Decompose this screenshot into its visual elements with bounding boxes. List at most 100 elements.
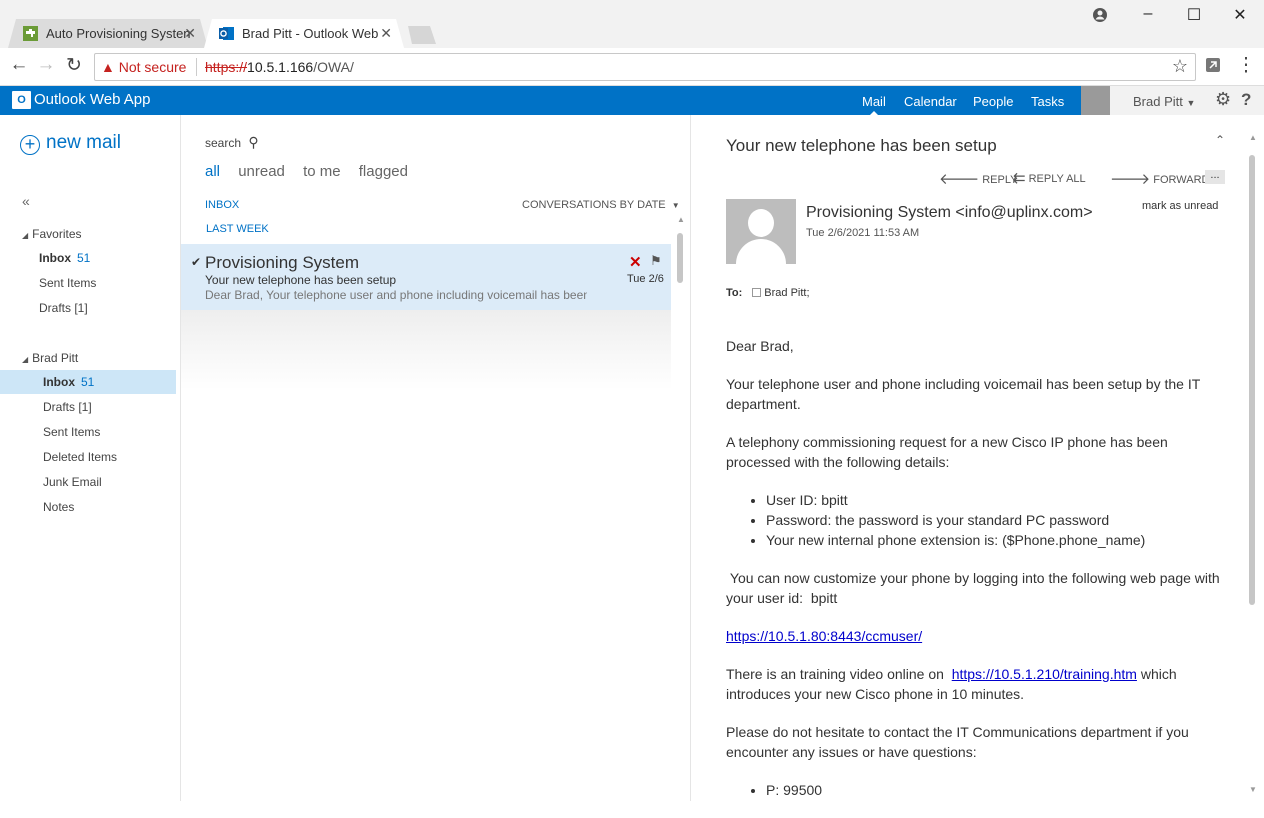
triangle-down-icon: ◢	[22, 355, 29, 364]
email-subject: Your new telephone has been setup	[726, 136, 997, 155]
forward-arrow-icon: 🡒	[1110, 171, 1151, 188]
profile-icon[interactable]	[1085, 5, 1115, 28]
checkmark-icon[interactable]: ✔	[191, 255, 201, 269]
avatar	[726, 199, 796, 264]
user-menu[interactable]: Brad Pitt ▼	[1133, 94, 1195, 109]
nav-mail[interactable]: Mail	[862, 94, 886, 109]
scroll-down-icon[interactable]: ▼	[1249, 785, 1257, 794]
favorites-header[interactable]: ◢ Favorites	[22, 227, 82, 241]
browser-tabstrip: Auto Provisioning Systen ✕ Brad Pitt - O…	[0, 0, 1264, 48]
recipient-name[interactable]: Brad Pitt;	[764, 287, 809, 299]
favorites-item-inbox[interactable]: Inbox 51	[0, 246, 176, 270]
browser-tab-outlook[interactable]: Brad Pitt - Outlook Web ✕	[204, 19, 404, 48]
delete-icon[interactable]: ✕	[629, 253, 642, 271]
back-icon[interactable]: ←	[7, 54, 31, 76]
user-area: Brad Pitt ▼ ⚙ ?	[1110, 86, 1264, 115]
message-sender: Provisioning System	[205, 253, 360, 272]
new-tab-button[interactable]	[408, 26, 436, 44]
browser-tab-title: Brad Pitt - Outlook Web	[242, 26, 379, 41]
message-list-item[interactable]: ✔ Provisioning System Your new telephone…	[181, 244, 671, 310]
chevron-down-icon: ▼	[671, 201, 680, 210]
mark-as-unread-link[interactable]: mark as unread	[1142, 200, 1218, 212]
url-text[interactable]: https://10.5.1.166/OWA/	[205, 59, 354, 75]
nav-tasks[interactable]: Tasks	[1031, 94, 1064, 109]
folder-item-drafts[interactable]: Drafts [1]	[0, 395, 176, 419]
collapse-pane-icon[interactable]: «	[22, 193, 30, 209]
message-subject: Your new telephone has been setup	[205, 273, 397, 287]
new-mail-button[interactable]: + new mail	[20, 132, 121, 155]
gear-icon[interactable]: ⚙	[1215, 89, 1231, 110]
chevron-down-icon: ▼	[1186, 98, 1196, 108]
forward-icon[interactable]: →	[34, 54, 58, 76]
flag-icon[interactable]: ⚑	[650, 253, 662, 269]
reading-pane: Your new telephone has been setup ⌃ 🡐 REP…	[690, 115, 1264, 801]
folder-item-notes[interactable]: Notes	[0, 495, 176, 519]
nav-people[interactable]: People	[973, 94, 1013, 109]
folder-item-junk[interactable]: Junk Email	[0, 470, 176, 494]
details-list: User ID: bpitt Password: the password is…	[766, 490, 1236, 550]
bookmark-star-icon[interactable]: ☆	[1172, 56, 1188, 77]
training-link[interactable]: https://10.5.1.210/training.htm	[952, 666, 1137, 682]
filter-all[interactable]: all	[205, 163, 220, 180]
favorites-item-drafts[interactable]: Drafts [1]	[0, 296, 176, 320]
mailbox-header[interactable]: ◢ Brad Pitt	[22, 351, 78, 365]
sort-dropdown[interactable]: CONVERSATIONS BY DATE ▼	[522, 199, 680, 211]
scroll-thumb[interactable]	[1249, 155, 1255, 605]
search-icon: ⚲	[248, 134, 259, 150]
body-paragraph: Your telephone user and phone including …	[726, 376, 1201, 412]
favorites-item-sent[interactable]: Sent Items	[0, 271, 176, 295]
filter-to-me[interactable]: to me	[303, 163, 341, 180]
message-list-scrollbar[interactable]: ▲	[677, 215, 685, 801]
address-bar[interactable]: ▲ Not secure https://10.5.1.166/OWA/ ☆	[94, 53, 1196, 81]
app-name: Outlook Web App	[34, 91, 151, 108]
body-greeting: Dear Brad,	[726, 338, 794, 354]
not-secure-indicator[interactable]: ▲ Not secure	[101, 59, 186, 75]
folder-item-inbox[interactable]: Inbox 51	[0, 370, 176, 394]
minimize-icon[interactable]: –	[1133, 5, 1163, 23]
search-box[interactable]: search ⚲	[205, 134, 259, 151]
reply-button[interactable]: 🡐 REPLY	[939, 169, 1018, 188]
notification-area[interactable]	[1081, 86, 1110, 115]
scroll-up-icon[interactable]: ▲	[677, 215, 685, 224]
folder-item-deleted[interactable]: Deleted Items	[0, 445, 176, 469]
scroll-up-icon[interactable]: ▲	[1249, 133, 1257, 142]
body-paragraph: https://10.5.1.80:8443/ccmuser/	[726, 626, 1236, 646]
list-item: User ID: bpitt	[766, 490, 1236, 510]
person-body	[736, 239, 786, 264]
message-date: Tue 2/6	[627, 273, 664, 285]
close-tab-icon[interactable]: ✕	[380, 25, 392, 42]
browser-tab-auto-provisioning[interactable]: Auto Provisioning Systen ✕	[8, 19, 208, 48]
maximize-icon[interactable]: ☐	[1179, 5, 1209, 25]
filter-unread[interactable]: unread	[238, 163, 285, 180]
reply-all-arrow-icon: ⇇	[1013, 170, 1026, 187]
nav-calendar[interactable]: Calendar	[904, 94, 957, 109]
unread-count: 51	[81, 375, 95, 389]
help-icon[interactable]: ?	[1241, 90, 1251, 110]
more-actions-button[interactable]: ...	[1205, 170, 1225, 184]
body-paragraph: A telephony commissioning request for a …	[726, 434, 1168, 470]
divider	[196, 58, 197, 76]
reading-pane-scrollbar[interactable]: ▲ ▼	[1249, 133, 1257, 801]
scroll-thumb[interactable]	[677, 233, 683, 283]
reply-all-button[interactable]: ⇇ REPLY ALL	[1013, 169, 1086, 187]
close-tab-icon[interactable]: ✕	[184, 25, 196, 42]
ccmuser-link[interactable]: https://10.5.1.80:8443/ccmuser/	[726, 628, 922, 644]
browser-menu-icon[interactable]: ⋮	[1234, 54, 1258, 77]
extension-icon[interactable]	[1201, 57, 1225, 76]
close-window-icon[interactable]: ✕	[1225, 5, 1255, 25]
reload-icon[interactable]: ↻	[62, 54, 86, 77]
owa-header: O Outlook Web App Mail Calendar People T…	[0, 86, 1264, 115]
unread-count: 51	[77, 251, 91, 265]
warning-icon: ▲	[101, 59, 115, 75]
forward-button[interactable]: 🡒 FORWARD	[1110, 169, 1209, 188]
message-preview: Dear Brad, Your telephone user and phone…	[205, 288, 587, 302]
collapse-up-icon[interactable]: ⌃	[1215, 133, 1225, 147]
folder-item-sent[interactable]: Sent Items	[0, 420, 176, 444]
email-recipients: To: Brad Pitt;	[726, 287, 810, 299]
body-paragraph: Please do not hesitate to contact the IT…	[726, 724, 1189, 760]
email-date: Tue 2/6/2021 11:53 AM	[806, 227, 920, 239]
puzzle-icon	[23, 26, 38, 41]
email-sender[interactable]: Provisioning System <info@uplinx.com>	[806, 204, 1093, 222]
filter-flagged[interactable]: flagged	[359, 163, 408, 180]
browser-tab-title: Auto Provisioning Systen	[46, 26, 191, 41]
